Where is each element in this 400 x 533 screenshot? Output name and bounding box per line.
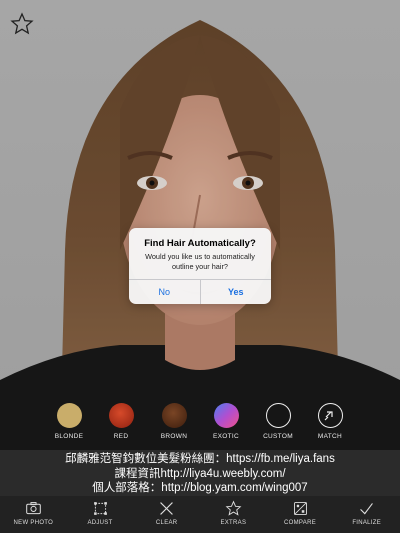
no-button[interactable]: No bbox=[129, 280, 200, 304]
extras-button[interactable]: EXTRAS bbox=[200, 496, 267, 533]
watermark-line: 個人部落格：http://blog.yam.com/wing007 bbox=[92, 482, 308, 494]
exotic-swatch-circle bbox=[213, 403, 239, 428]
checkmark-icon bbox=[360, 503, 374, 515]
custom-swatch-circle bbox=[265, 403, 291, 428]
swatch-match[interactable]: MATCH bbox=[299, 403, 361, 440]
bottom-toolbar: NEW PHOTO ADJUST CLEAR EXTRAS COMPARE FI… bbox=[0, 496, 400, 533]
close-icon bbox=[160, 502, 174, 515]
camera-icon bbox=[26, 502, 41, 515]
eyedropper-icon bbox=[324, 411, 333, 421]
compare-icon bbox=[293, 502, 307, 515]
modal-dim-overlay bbox=[0, 0, 400, 450]
find-hair-dialog: Find Hair Automatically? Would you like … bbox=[129, 228, 271, 304]
watermark-line: 邱麟雅范智鈞數位美髮粉絲團：https://fb.me/liya.fans bbox=[65, 453, 335, 465]
new-photo-button[interactable]: NEW PHOTO bbox=[0, 496, 67, 533]
compare-button[interactable]: COMPARE bbox=[267, 496, 334, 533]
swatch-label: MATCH bbox=[317, 433, 343, 440]
toolbar-label: CLEAR bbox=[155, 520, 178, 526]
toolbar-label: COMPARE bbox=[284, 520, 317, 526]
finalize-button[interactable]: FINALIZE bbox=[333, 496, 400, 533]
toolbar-label: NEW PHOTO bbox=[13, 520, 54, 526]
adjust-icon bbox=[93, 502, 107, 515]
blonde-swatch-circle bbox=[56, 403, 82, 428]
match-swatch-circle bbox=[317, 403, 343, 428]
dialog-actions: No Yes bbox=[129, 279, 271, 304]
dialog-message: Would you like us to automatically outli… bbox=[145, 252, 255, 271]
adjust-button[interactable]: ADJUST bbox=[67, 496, 134, 533]
brown-swatch-circle bbox=[161, 403, 187, 428]
toolbar-label: ADJUST bbox=[87, 520, 113, 526]
star-icon bbox=[225, 500, 242, 516]
favorite-star-icon[interactable] bbox=[10, 12, 34, 36]
toolbar-label: FINALIZE bbox=[352, 520, 382, 526]
watermark-line: 課程資訊http://liya4u.weebly.com/ bbox=[114, 467, 286, 480]
dialog-title: Find Hair Automatically? bbox=[144, 238, 256, 249]
watermark-banner: 邱麟雅范智鈞數位美髮粉絲團：https://fb.me/liya.fans 課程… bbox=[0, 450, 400, 496]
hair-color-swatches: BLONDE RED BROWN EXOTIC CUSTOM MATCH bbox=[0, 400, 400, 450]
red-swatch-circle bbox=[108, 403, 134, 428]
clear-button[interactable]: CLEAR bbox=[133, 496, 200, 533]
yes-button[interactable]: Yes bbox=[199, 280, 272, 304]
toolbar-label: EXTRAS bbox=[220, 520, 247, 526]
portrait-photo bbox=[0, 0, 400, 450]
